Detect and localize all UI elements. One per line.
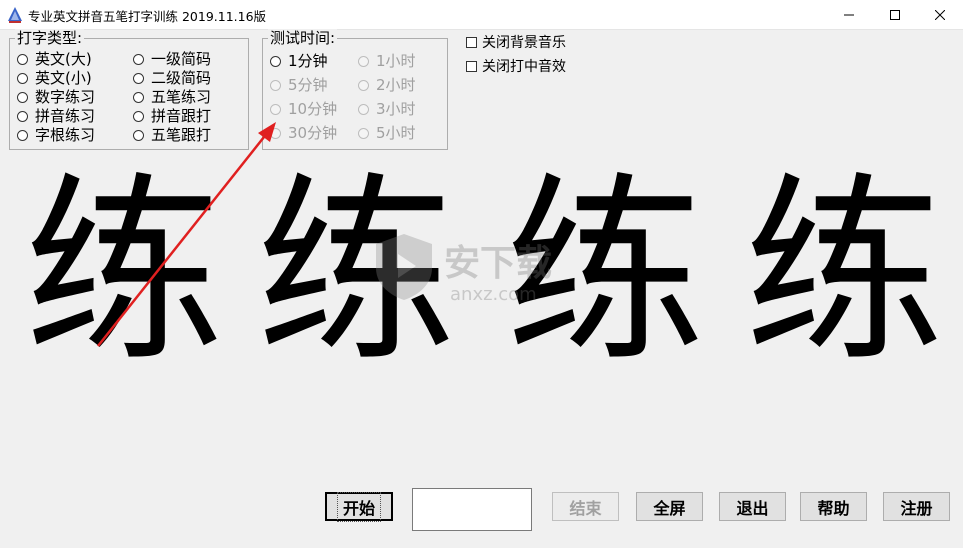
watermark-title: 安下载: [444, 243, 553, 284]
radio-time-1min[interactable]: 1分钟: [270, 52, 328, 70]
checkbox-icon: [466, 36, 477, 48]
radio-radical-practice[interactable]: 字根练习: [17, 126, 95, 144]
radio-wubi-practice[interactable]: 五笔练习: [133, 88, 211, 106]
radio-circle-icon: [133, 91, 144, 103]
radio-label: 英文(大): [35, 50, 92, 68]
close-bg-music-checkbox[interactable]: 关闭背景音乐: [466, 34, 566, 51]
radio-circle-icon: [17, 53, 28, 65]
radio-circle-icon: [358, 103, 369, 115]
checkbox-icon: [466, 60, 477, 72]
radio-label: 五笔练习: [151, 88, 212, 106]
maximize-icon: [890, 10, 900, 20]
radio-label: 一级简码: [151, 50, 212, 68]
radio-circle-icon: [270, 79, 281, 91]
radio-label: 1分钟: [288, 52, 328, 70]
radio-circle-icon: [17, 129, 28, 141]
title-bar: 专业英文拼音五笔打字训练 2019.11.16版: [0, 0, 963, 30]
radio-label: 拼音跟打: [151, 107, 212, 125]
radio-label: 数字练习: [35, 88, 96, 106]
radio-time-10min[interactable]: 10分钟: [270, 100, 337, 118]
radio-label: 五笔跟打: [151, 126, 212, 144]
radio-circle-icon: [17, 91, 28, 103]
radio-label: 二级简码: [151, 69, 212, 87]
test-time-legend: 测试时间:: [268, 29, 338, 47]
radio-english-lower[interactable]: 英文(小): [17, 69, 92, 87]
radio-label: 2小时: [376, 76, 416, 94]
minimize-icon: [844, 14, 854, 16]
radio-circle-icon: [133, 53, 144, 65]
radio-circle-icon: [270, 55, 281, 67]
close-icon: [935, 10, 945, 20]
close-button[interactable]: [917, 0, 963, 30]
radio-english-upper[interactable]: 英文(大): [17, 50, 92, 68]
start-button[interactable]: 开始: [325, 491, 393, 522]
exit-button[interactable]: 退出: [719, 492, 786, 521]
radio-circle-icon: [17, 110, 28, 122]
watermark: 安下载 anxz.com: [372, 232, 592, 312]
register-button[interactable]: 注册: [883, 492, 950, 521]
radio-label: 英文(小): [35, 69, 92, 87]
typing-input[interactable]: [412, 488, 532, 531]
radio-circle-icon: [358, 55, 369, 67]
radio-label: 3小时: [376, 100, 416, 118]
help-button[interactable]: 帮助: [800, 492, 867, 521]
radio-circle-icon: [270, 103, 281, 115]
radio-time-5hour[interactable]: 5小时: [358, 124, 416, 142]
radio-time-3hour[interactable]: 3小时: [358, 100, 416, 118]
radio-number-practice[interactable]: 数字练习: [17, 88, 95, 106]
radio-pinyin-practice[interactable]: 拼音练习: [17, 107, 95, 125]
shield-lock-icon: [376, 234, 432, 300]
maximize-button[interactable]: [872, 0, 918, 30]
watermark-site: anxz.com: [450, 284, 537, 305]
radio-circle-icon: [358, 79, 369, 91]
checkbox-label: 关闭背景音乐: [482, 35, 566, 51]
radio-label: 10分钟: [288, 100, 338, 118]
radio-time-30min[interactable]: 30分钟: [270, 124, 337, 142]
window-title: 专业英文拼音五笔打字训练 2019.11.16版: [28, 9, 267, 24]
radio-level2-code[interactable]: 二级简码: [133, 69, 211, 87]
radio-circle-icon: [17, 72, 28, 84]
radio-circle-icon: [358, 127, 369, 139]
radio-label: 5分钟: [288, 76, 328, 94]
radio-circle-icon: [270, 127, 281, 139]
radio-level1-code[interactable]: 一级简码: [133, 50, 211, 68]
radio-circle-icon: [133, 72, 144, 84]
radio-circle-icon: [133, 110, 144, 122]
radio-label: 1小时: [376, 52, 416, 70]
practice-char: 练: [744, 156, 945, 389]
app-icon: [8, 7, 22, 23]
test-time-group: 测试时间: 1分钟 1小时 5分钟 2小时 10分钟 3小时 30分钟 5小时: [262, 29, 448, 150]
radio-time-1hour[interactable]: 1小时: [358, 52, 416, 70]
typing-type-legend: 打字类型:: [15, 29, 85, 47]
checkbox-label: 关闭打中音效: [482, 59, 566, 75]
radio-label: 5小时: [376, 124, 416, 142]
radio-time-2hour[interactable]: 2小时: [358, 76, 416, 94]
close-hit-sound-checkbox[interactable]: 关闭打中音效: [466, 58, 566, 75]
radio-time-5min[interactable]: 5分钟: [270, 76, 328, 94]
radio-label: 拼音练习: [35, 107, 96, 125]
radio-label: 字根练习: [35, 126, 96, 144]
radio-wubi-follow[interactable]: 五笔跟打: [133, 126, 211, 144]
end-button[interactable]: 结束: [552, 492, 619, 521]
minimize-button[interactable]: [826, 0, 872, 30]
fullscreen-button[interactable]: 全屏: [636, 492, 703, 521]
start-button-label: 开始: [336, 491, 381, 522]
radio-label: 30分钟: [288, 124, 338, 142]
radio-circle-icon: [133, 129, 144, 141]
radio-pinyin-follow[interactable]: 拼音跟打: [133, 107, 211, 125]
practice-char: 练: [24, 156, 225, 389]
typing-type-group: 打字类型: 英文(大) 一级简码 英文(小) 二级简码 数字练习 五笔练习 拼音…: [9, 29, 249, 150]
